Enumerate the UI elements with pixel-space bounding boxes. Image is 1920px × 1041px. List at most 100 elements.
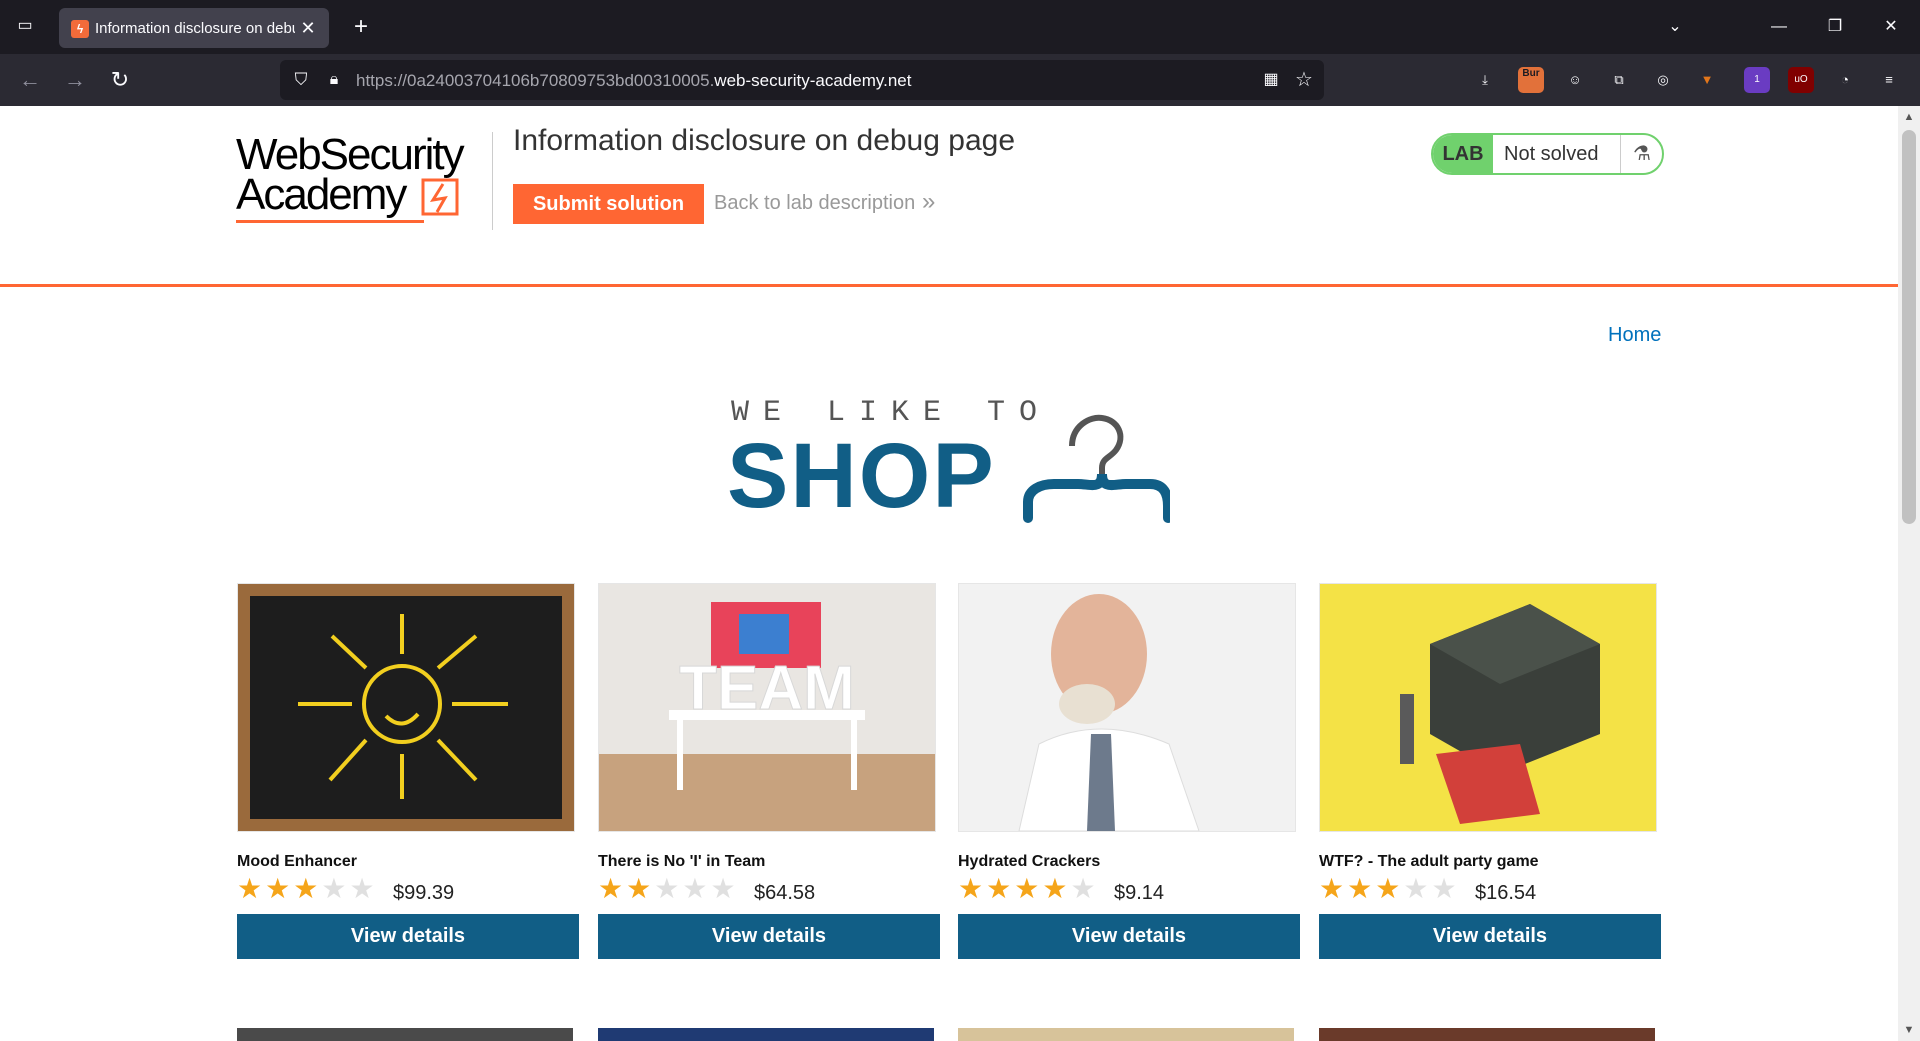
portswigger-favicon-icon: ϟ (71, 20, 89, 38)
product-price: $64.58 (754, 882, 816, 904)
burp-badge: Bur (1522, 68, 1540, 79)
hanger-icon (1023, 414, 1170, 523)
minimize-icon[interactable]: — (1764, 12, 1794, 42)
scroll-down-icon[interactable]: ▼ (1898, 1021, 1920, 1039)
product-image-row2-1[interactable] (237, 1028, 573, 1041)
lab-status-widget: LAB Not solved ⚗ (1431, 133, 1664, 175)
star-filled-icon: ★ (1042, 873, 1068, 904)
star-empty-icon: ★ (710, 873, 736, 904)
browser-tab-bar: ▭ ϟ Information disclosure on debu ✕ + ⌄… (0, 0, 1920, 54)
page-scrollbar[interactable]: ▲ ▼ (1898, 106, 1920, 1041)
downloads-icon[interactable]: ⤓ (1472, 67, 1498, 93)
hero-title: SHOP (727, 425, 996, 527)
ublock-badge: uO (1794, 74, 1808, 85)
face-extension-icon[interactable]: ☺ (1562, 67, 1588, 93)
logo-bolt-icon (421, 178, 459, 216)
page-viewport: WebSecurity Academy Information disclosu… (0, 106, 1898, 1041)
url-bar[interactable]: ⛉ 🔒︎ https://0a24003704106b70809753bd003… (280, 60, 1324, 100)
view-details-button[interactable]: View details (237, 914, 579, 959)
web-security-academy-logo[interactable]: WebSecurity Academy (236, 130, 486, 230)
window-close-icon[interactable]: ✕ (1876, 12, 1906, 42)
star-empty-icon: ★ (1431, 873, 1457, 904)
lab-status-text: Not solved (1504, 143, 1599, 165)
cookie-icon[interactable]: ◎ (1650, 67, 1676, 93)
star-empty-icon: ★ (682, 873, 708, 904)
ublock-icon[interactable]: uO (1788, 67, 1814, 93)
flask-icon: ⚗ (1620, 135, 1662, 173)
back-to-lab-description-link[interactable]: Back to lab description (714, 192, 915, 215)
star-empty-icon: ★ (321, 873, 347, 904)
logo-underline (236, 220, 424, 223)
new-tab-icon[interactable]: + (348, 14, 374, 40)
bookmark-star-icon[interactable]: ☆ (1292, 68, 1316, 92)
scroll-up-icon[interactable]: ▲ (1898, 108, 1920, 126)
product-name: Mood Enhancer (237, 853, 358, 870)
active-tab[interactable]: ϟ Information disclosure on debu ✕ (59, 8, 329, 48)
star-filled-icon: ★ (237, 873, 263, 904)
product-rating: ★ ★ ★ ★ ★ (958, 875, 1099, 903)
product-name: Hydrated Crackers (958, 853, 1101, 870)
product-image-row2-2[interactable] (598, 1028, 934, 1041)
star-filled-icon: ★ (1347, 873, 1373, 904)
notification-badge: 1 (1754, 74, 1760, 85)
notification-extension-icon[interactable]: 1 (1744, 67, 1770, 93)
back-icon[interactable]: ← (16, 66, 44, 94)
product-image-hydrated-crackers[interactable] (958, 583, 1296, 832)
header-divider (492, 132, 493, 230)
product-rating: ★ ★ ★ ★ ★ (237, 875, 378, 903)
star-empty-icon: ★ (654, 873, 680, 904)
menu-hamburger-icon[interactable]: ≡ (1876, 67, 1902, 93)
restore-icon[interactable]: ❐ (1820, 12, 1850, 42)
star-filled-icon: ★ (1014, 873, 1040, 904)
url-text[interactable]: https://0a24003704106b70809753bd00310005… (356, 70, 911, 92)
lab-title: Information disclosure on debug page (513, 124, 1016, 157)
fox-extension-icon[interactable]: ▼ (1694, 67, 1720, 93)
product-price: $9.14 (1114, 882, 1165, 904)
star-filled-icon: ★ (986, 873, 1012, 904)
product-image-row2-4[interactable] (1319, 1028, 1655, 1041)
lock-icon[interactable]: 🔒︎ (323, 69, 345, 91)
star-filled-icon: ★ (293, 873, 319, 904)
burp-extension-icon[interactable]: Bur (1518, 67, 1544, 93)
product-price: $99.39 (393, 882, 455, 904)
star-filled-icon: ★ (1375, 873, 1401, 904)
browser-nav-bar: ← → ↻ ⛉ 🔒︎ https://0a24003704106b7080975… (0, 54, 1920, 106)
star-filled-icon: ★ (265, 873, 291, 904)
submit-solution-button[interactable]: Submit solution (513, 184, 704, 224)
star-empty-icon: ★ (1403, 873, 1429, 904)
tab-title: Information disclosure on debu (95, 20, 295, 37)
scroll-thumb[interactable] (1902, 130, 1916, 524)
star-filled-icon: ★ (626, 873, 652, 904)
view-details-button[interactable]: View details (958, 914, 1300, 959)
home-link[interactable]: Home (1608, 324, 1661, 347)
puzzle-extensions-icon[interactable]: ⧉ (1606, 67, 1632, 93)
star-filled-icon: ★ (1319, 873, 1345, 904)
logo-line2: Academy (236, 170, 407, 219)
tab-close-icon[interactable]: ✕ (297, 17, 319, 39)
qr-code-icon[interactable]: ▦ (1260, 69, 1282, 91)
product-name: There is No 'I' in Team (598, 853, 766, 870)
product-rating: ★ ★ ★ ★ ★ (1319, 875, 1460, 903)
product-image-row2-3[interactable] (958, 1028, 1294, 1041)
view-details-button[interactable]: View details (598, 914, 940, 959)
double-chevron-right-icon: » (922, 188, 936, 215)
star-empty-icon: ★ (349, 873, 375, 904)
compass-icon[interactable]: ◔ (1832, 67, 1858, 93)
header-rule (0, 284, 1898, 287)
lab-status-tag: LAB (1433, 135, 1493, 173)
star-filled-icon: ★ (598, 873, 624, 904)
view-details-button[interactable]: View details (1319, 914, 1661, 959)
forward-icon[interactable]: → (61, 66, 89, 94)
product-image-mood-enhancer[interactable] (237, 583, 575, 832)
list-all-tabs-icon[interactable]: ⌄ (1662, 14, 1688, 40)
product-price: $16.54 (1475, 882, 1537, 904)
star-empty-icon: ★ (1070, 873, 1096, 904)
url-domain: web-security-academy.net (714, 71, 912, 90)
product-image-no-i-in-team[interactable]: TEAM (598, 583, 936, 832)
tab-list-icon[interactable]: ▭ (14, 16, 36, 36)
tracking-protection-shield-icon[interactable]: ⛉ (290, 69, 312, 91)
reload-icon[interactable]: ↻ (106, 66, 134, 94)
product-rating: ★ ★ ★ ★ ★ (598, 875, 739, 903)
product-name: WTF? - The adult party game (1319, 853, 1539, 870)
product-image-wtf-party-game[interactable] (1319, 583, 1657, 832)
